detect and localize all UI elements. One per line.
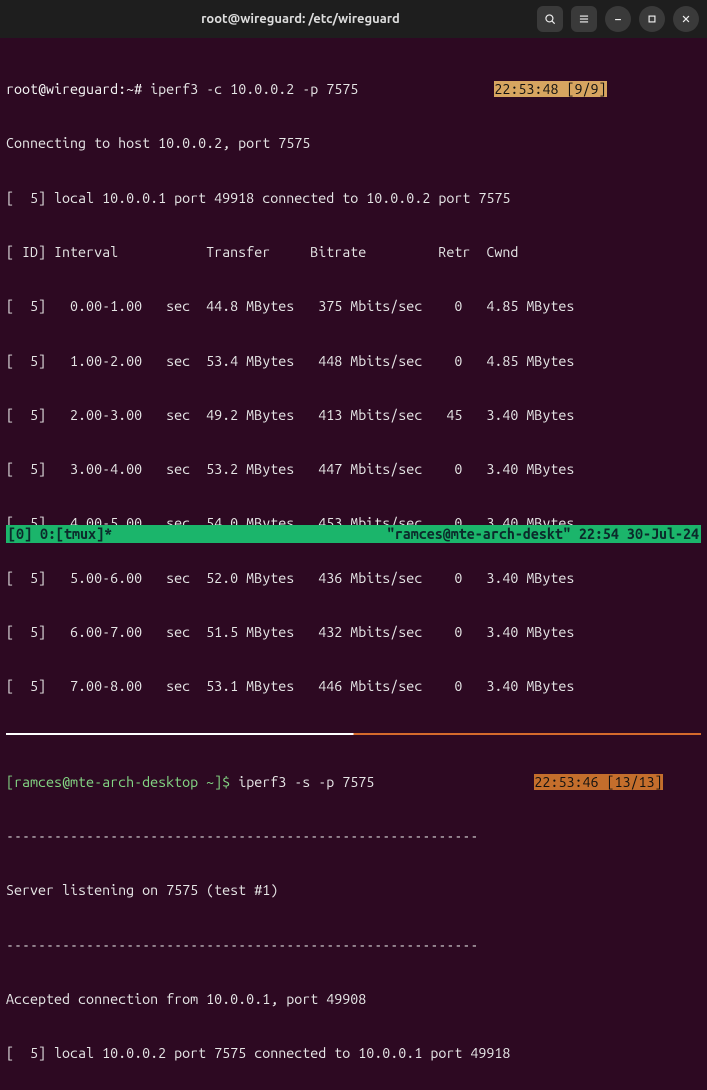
pane-divider (6, 733, 701, 735)
tmux-statusbar: [0] 0:[tmux]* "ramces@mte-arch-deskt" 22… (6, 525, 701, 543)
search-button[interactable] (537, 6, 563, 32)
table-row: [ 5] 7.00-8.00 sec 53.1 MBytes 446 Mbits… (6, 677, 701, 695)
minimize-button[interactable] (605, 6, 631, 32)
pane2-listening: Server listening on 7575 (test #1) (6, 881, 701, 899)
pane2-clock: 22:53:46 [13/13] (534, 774, 662, 790)
pane1-header: [ ID] Interval Transfer Bitrate Retr Cwn… (6, 243, 701, 261)
window-title: root@wireguard: /etc/wireguard (72, 12, 529, 26)
pane2-local: [ 5] local 10.0.0.2 port 7575 connected … (6, 1044, 701, 1062)
maximize-button[interactable] (639, 6, 665, 32)
status-session: "ramces@mte-arch-deskt" (387, 525, 571, 543)
terminal-area[interactable]: root@wireguard:~# iperf3 -c 10.0.0.2 -p … (0, 38, 707, 545)
table-row: [ 5] 3.00-4.00 sec 53.2 MBytes 447 Mbits… (6, 460, 701, 478)
pane2-accepted: Accepted connection from 10.0.0.1, port … (6, 990, 701, 1008)
maximize-icon (645, 12, 659, 26)
pane2-prompt-line: [ramces@mte-arch-desktop ~]$ iperf3 -s -… (6, 773, 701, 791)
table-row: [ 5] 0.00-1.00 sec 44.8 MBytes 375 Mbits… (6, 297, 701, 315)
titlebar: root@wireguard: /etc/wireguard (0, 0, 707, 38)
pane1-connecting: Connecting to host 10.0.0.2, port 7575 (6, 134, 701, 152)
table-row: [ 5] 2.00-3.00 sec 49.2 MBytes 413 Mbits… (6, 406, 701, 424)
close-button[interactable] (673, 6, 699, 32)
table-row: [ 5] 1.00-2.00 sec 53.4 MBytes 448 Mbits… (6, 352, 701, 370)
status-left: [0] 0:[tmux]* (8, 525, 112, 543)
pane1-local: [ 5] local 10.0.0.1 port 49918 connected… (6, 189, 701, 207)
dash-line: ----------------------------------------… (6, 936, 701, 954)
table-row: [ 5] 5.00-6.00 sec 52.0 MBytes 436 Mbits… (6, 569, 701, 587)
status-time: 22:54 30-Jul-24 (571, 525, 699, 543)
menu-button[interactable] (571, 6, 597, 32)
pane1-clock: 22:53:48 [9/9] (494, 81, 606, 97)
hamburger-icon (577, 12, 591, 26)
close-icon (679, 12, 693, 26)
table-row: [ 5] 6.00-7.00 sec 51.5 MBytes 432 Mbits… (6, 623, 701, 641)
minimize-icon (611, 12, 625, 26)
pane1-prompt-line: root@wireguard:~# iperf3 -c 10.0.0.2 -p … (6, 80, 701, 98)
search-icon (543, 12, 557, 26)
dash-line: ----------------------------------------… (6, 827, 701, 845)
